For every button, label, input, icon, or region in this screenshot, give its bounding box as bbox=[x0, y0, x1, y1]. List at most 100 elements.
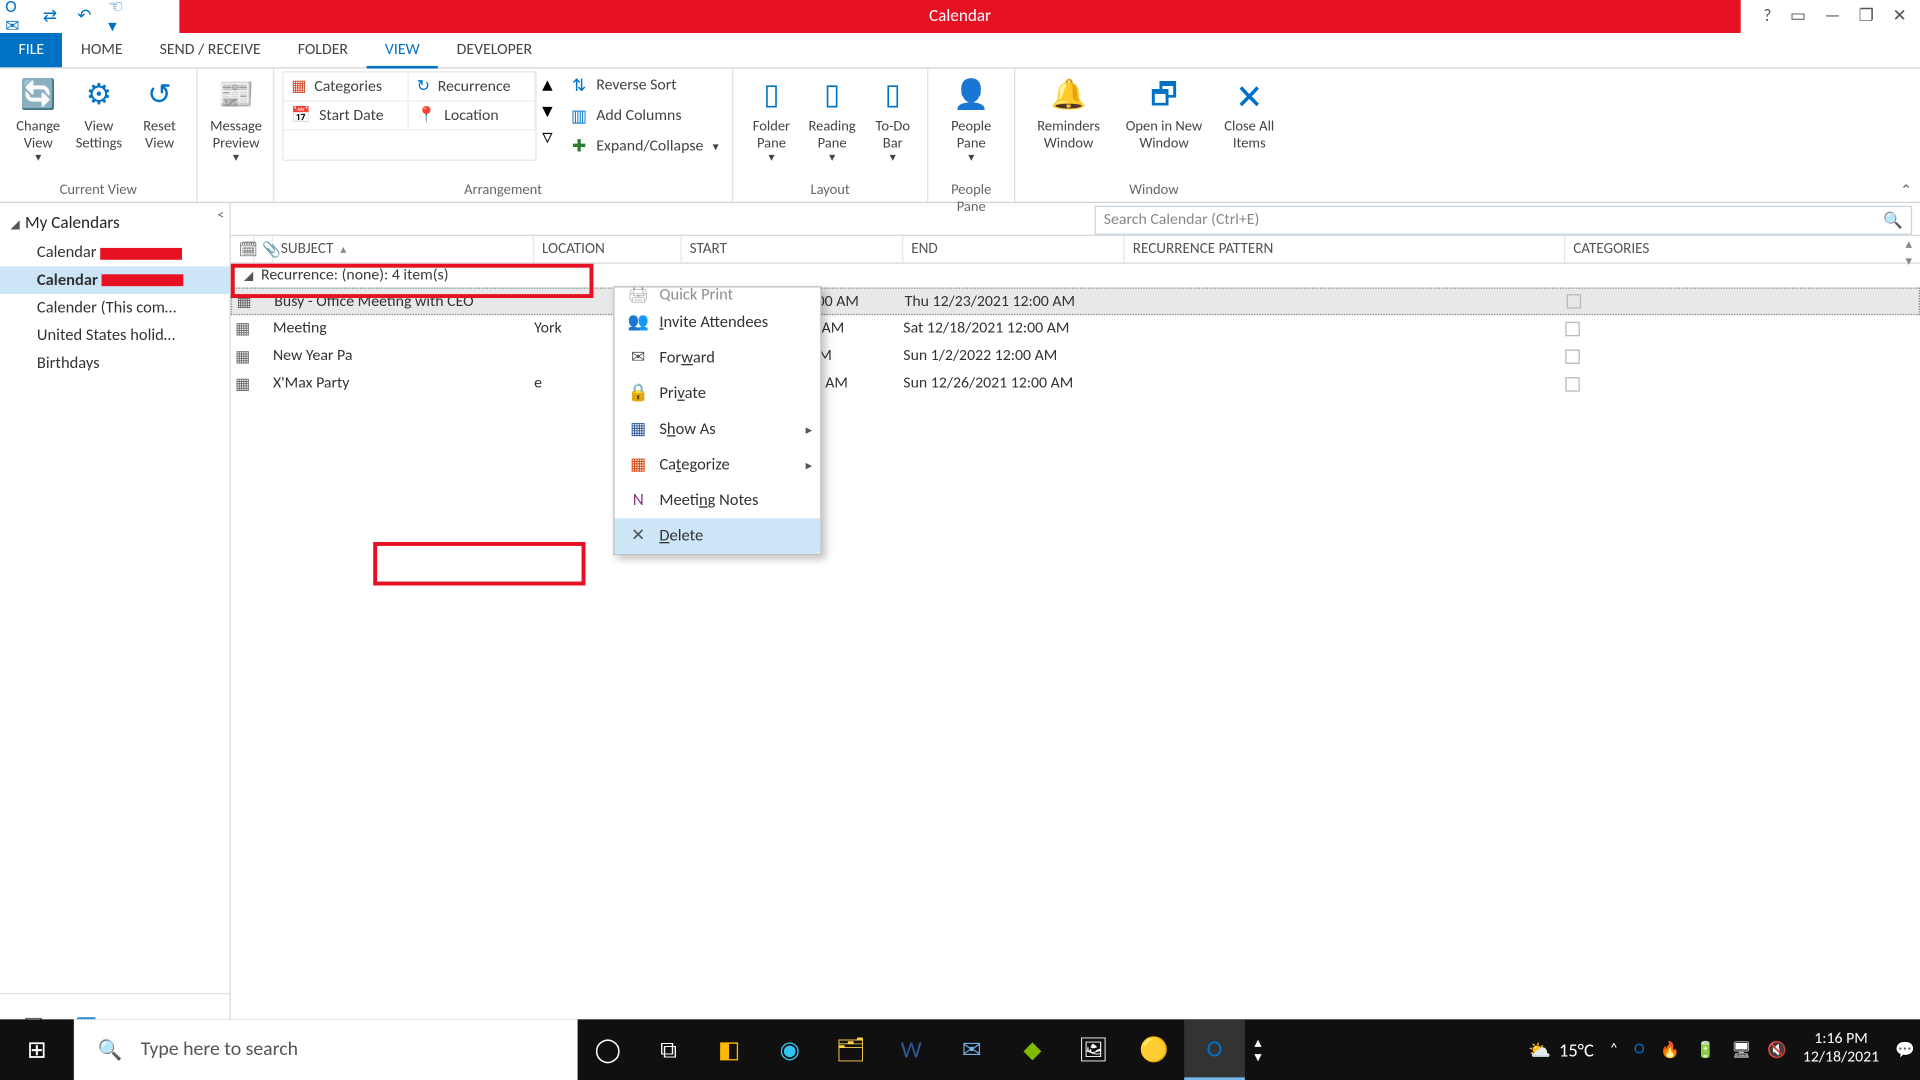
taskbar-cortana[interactable]: ◯ bbox=[578, 1019, 639, 1080]
message-preview-button[interactable]: 📰Message Preview▾ bbox=[206, 71, 267, 168]
tray-display-icon[interactable]: 🖥 bbox=[1731, 1040, 1751, 1060]
taskbar-clock[interactable]: 1:16 PM12/18/2021 bbox=[1803, 1031, 1879, 1067]
menu-delete[interactable]: ✕Delete bbox=[615, 518, 821, 554]
qat-touchmode-icon[interactable]: ☜▾ bbox=[108, 6, 129, 27]
reading-pane-button[interactable]: ▯Reading Pane▾ bbox=[802, 71, 863, 168]
event-row[interactable]: ▦X'Max PartyeSat 12/25/2021 12:00 AMSun … bbox=[231, 371, 1920, 399]
col-location[interactable]: LOCATION bbox=[534, 236, 682, 262]
qat-sendreceive-icon[interactable]: ⇄ bbox=[40, 6, 61, 27]
tray-volume-icon[interactable]: 🔇 bbox=[1767, 1040, 1787, 1060]
restore-icon[interactable]: ❐ bbox=[1859, 7, 1874, 27]
tray-app-icon[interactable]: 🔥 bbox=[1660, 1040, 1680, 1060]
taskbar-edge[interactable]: ◉ bbox=[760, 1019, 821, 1080]
tab-developer[interactable]: DEVELOPER bbox=[438, 33, 550, 67]
close-icon[interactable]: ✕ bbox=[1892, 7, 1906, 27]
category-box[interactable] bbox=[1565, 321, 1580, 336]
column-headers[interactable]: 🗓 📎 SUBJECT ▴ LOCATION START END RECURRE… bbox=[231, 235, 1920, 264]
col-icon[interactable]: 🗓 bbox=[231, 236, 255, 262]
group-label-peoplepane: People Pane bbox=[936, 181, 1006, 202]
window-title: Calendar bbox=[179, 0, 1740, 33]
title-text: Calendar bbox=[929, 7, 991, 27]
people-pane-button[interactable]: 👤People Pane▾ bbox=[936, 71, 1006, 168]
taskbar-search[interactable]: 🔍 Type here to search bbox=[74, 1019, 578, 1080]
reminders-window-button[interactable]: 🔔Reminders Window bbox=[1023, 71, 1114, 154]
tab-home[interactable]: HOME bbox=[63, 33, 142, 67]
close-all-items-button[interactable]: 🗙Close All Items bbox=[1214, 71, 1284, 154]
taskbar-word[interactable]: W bbox=[881, 1019, 942, 1080]
tray-outlook-icon[interactable]: O bbox=[1634, 1040, 1644, 1058]
expand-collapse-button[interactable]: ✚Expand/Collapse▾ bbox=[563, 132, 724, 161]
taskbar-app2[interactable]: ◆ bbox=[1002, 1019, 1063, 1080]
open-in-new-window-button[interactable]: 🗗Open in New Window bbox=[1114, 71, 1214, 154]
taskbar-taskview[interactable]: ⧉ bbox=[638, 1019, 699, 1080]
calendar-item[interactable]: Calendar bbox=[0, 266, 229, 294]
arrangement-gallery[interactable]: ▦Categories ↻Recurrence 📅Start Date 📍Loc… bbox=[282, 71, 537, 161]
menu-categorize[interactable]: ▦Categorize▸ bbox=[615, 447, 821, 483]
taskbar-app1[interactable]: ◧ bbox=[699, 1019, 760, 1080]
add-columns-button[interactable]: ▥Add Columns bbox=[563, 102, 724, 131]
category-box[interactable] bbox=[1565, 349, 1580, 364]
folder-pane-button[interactable]: ▯Folder Pane▾ bbox=[741, 71, 802, 168]
tray-notifications-icon[interactable]: 💬 bbox=[1895, 1040, 1915, 1060]
col-subject[interactable]: SUBJECT ▴ bbox=[273, 236, 534, 262]
context-menu: 🖨Quick Print👥Invite Attendees✉Forward🔒Pr… bbox=[613, 286, 821, 555]
col-recurrence[interactable]: RECURRENCE PATTERN bbox=[1125, 236, 1565, 262]
menu-private[interactable]: 🔒Private bbox=[615, 376, 821, 412]
search-icon[interactable]: 🔍 bbox=[1883, 210, 1903, 230]
calendar-item[interactable]: Calendar bbox=[0, 239, 229, 267]
taskbar-outlook[interactable]: O bbox=[1184, 1019, 1245, 1080]
tray-battery-icon[interactable]: 🔋 bbox=[1696, 1040, 1716, 1060]
calendar-item[interactable]: United States holid… bbox=[0, 322, 229, 350]
taskbar-overflow[interactable]: ▴▾ bbox=[1245, 1019, 1271, 1080]
calendar-item[interactable]: Calender (This com… bbox=[0, 294, 229, 322]
search-input[interactable]: Search Calendar (Ctrl+E) 🔍 bbox=[1095, 206, 1913, 235]
taskbar-weather[interactable]: ⛅15°C bbox=[1528, 1038, 1594, 1060]
my-calendars-header[interactable]: My Calendars bbox=[0, 203, 229, 239]
event-row[interactable]: ▦New Year PaSat 1/1/2022 12:00 AMSun 1/2… bbox=[231, 343, 1920, 371]
col-start[interactable]: START bbox=[682, 236, 904, 262]
tab-file[interactable]: FILE bbox=[0, 33, 63, 67]
calendar-item[interactable]: Birthdays bbox=[0, 349, 229, 377]
menu-quick-print[interactable]: 🖨Quick Print bbox=[615, 287, 821, 304]
title-bar: O✉ ⇄ ↶ ☜▾ Calendar ? ▭ — ❐ ✕ bbox=[0, 0, 1920, 33]
windows-taskbar: ⊞ 🔍 Type here to search ◯ ⧉ ◧ ◉ 🗂 W ✉ ◆ … bbox=[0, 1019, 1920, 1080]
taskbar-chrome[interactable]: 🟡 bbox=[1124, 1019, 1185, 1080]
view-settings-button[interactable]: ⚙View Settings bbox=[69, 71, 130, 168]
collapse-ribbon-icon[interactable]: ⌃ bbox=[1900, 182, 1912, 199]
menu-invite-attendees[interactable]: 👥Invite Attendees bbox=[615, 305, 821, 341]
change-view-button[interactable]: 🔄Change View▾ bbox=[8, 71, 69, 168]
collapse-folderpane-icon[interactable]: < bbox=[218, 206, 225, 223]
todo-bar-button[interactable]: ▯To-Do Bar▾ bbox=[862, 71, 923, 168]
col-end[interactable]: END bbox=[903, 236, 1125, 262]
reset-view-button[interactable]: ↺Reset View bbox=[129, 71, 190, 168]
group-row[interactable]: ◢Recurrence: (none): 4 item(s) bbox=[231, 264, 1920, 288]
category-box[interactable] bbox=[1567, 294, 1582, 309]
taskbar-app3[interactable]: 🖼 bbox=[1063, 1019, 1124, 1080]
qat-undo-icon[interactable]: ↶ bbox=[74, 6, 95, 27]
gallery-scroll[interactable]: ▴▾▿ bbox=[542, 71, 553, 161]
group-label-currentview: Current View bbox=[8, 181, 189, 202]
reverse-sort-button[interactable]: ⇅Reverse Sort bbox=[563, 71, 724, 100]
scrollbar[interactable]: ▴▾ bbox=[1898, 235, 1920, 269]
folder-pane: < My Calendars Calendar Calendar Calende… bbox=[0, 203, 231, 1054]
start-button[interactable]: ⊞ bbox=[0, 1019, 74, 1080]
taskbar-explorer[interactable]: 🗂 bbox=[820, 1019, 881, 1080]
tray-chevron-icon[interactable]: ˄ bbox=[1610, 1040, 1619, 1058]
event-row[interactable]: ▦MeetingYorkFri 12/17/2021 12:00 AMSat 1… bbox=[231, 315, 1920, 343]
category-box[interactable] bbox=[1565, 376, 1580, 391]
col-attach[interactable]: 📎 bbox=[255, 236, 273, 262]
col-categories[interactable]: CATEGORIES bbox=[1565, 236, 1920, 262]
help-icon[interactable]: ? bbox=[1764, 7, 1772, 27]
minimize-icon[interactable]: — bbox=[1825, 7, 1841, 27]
tab-view[interactable]: VIEW bbox=[366, 33, 438, 69]
menu-show-as[interactable]: ▦Show As▸ bbox=[615, 411, 821, 447]
tab-sendreceive[interactable]: SEND / RECEIVE bbox=[141, 33, 279, 67]
event-row[interactable]: ▦Busy - Office Meeting with CEOWed 12/22… bbox=[231, 287, 1920, 315]
menu-meeting-notes[interactable]: NMeeting Notes bbox=[615, 483, 821, 519]
menu-forward[interactable]: ✉Forward bbox=[615, 340, 821, 376]
tab-folder[interactable]: FOLDER bbox=[279, 33, 366, 67]
group-label-layout: Layout bbox=[741, 181, 919, 202]
ribbon-display-icon[interactable]: ▭ bbox=[1790, 7, 1806, 27]
taskbar-mail[interactable]: ✉ bbox=[942, 1019, 1003, 1080]
ribbon: 🔄Change View▾ ⚙View Settings ↺Reset View… bbox=[0, 69, 1920, 204]
